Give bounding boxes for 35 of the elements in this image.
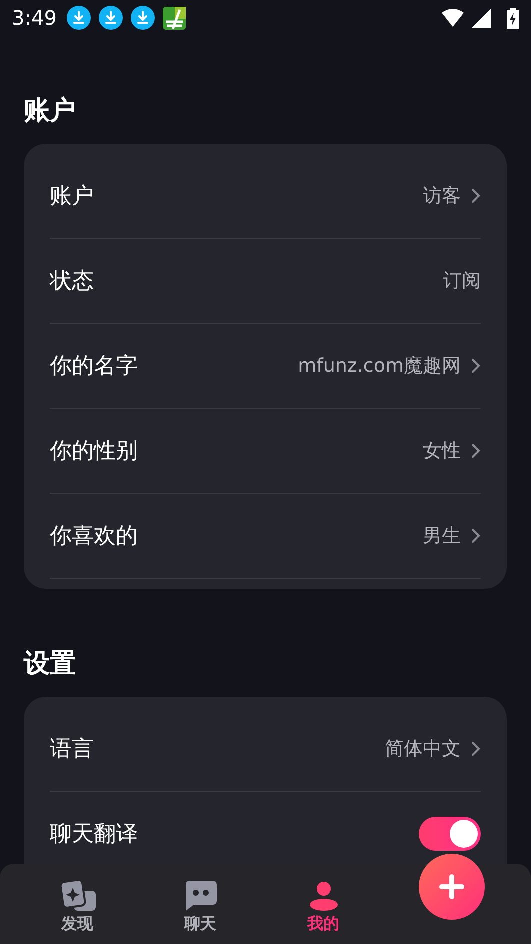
chevron-right-icon[interactable]: [471, 528, 481, 544]
download-icon: [98, 6, 123, 30]
chevron-right-icon[interactable]: [471, 358, 481, 374]
section-title: 设置: [24, 648, 77, 681]
section-title: 账户: [24, 95, 77, 128]
row-value: 男生: [423, 524, 461, 549]
plus-icon: [439, 874, 465, 900]
download-icon: [130, 6, 155, 30]
app-icon: [162, 6, 186, 30]
person-icon: [308, 881, 338, 911]
row-value: 简体中文: [385, 737, 461, 762]
chevron-right-icon[interactable]: [471, 443, 481, 459]
row-value: 订阅: [443, 269, 481, 294]
wifi-icon: [442, 9, 464, 27]
download-icon: [66, 6, 91, 30]
nav-tab[interactable]: 我的: [262, 864, 385, 944]
chevron-right-icon[interactable]: [471, 188, 481, 204]
signal-icon: [472, 8, 491, 28]
row-label: 聊天翻译: [50, 821, 139, 849]
toggle-switch[interactable]: [419, 817, 481, 851]
row-label: 账户: [50, 183, 95, 211]
row-value: 访客: [423, 184, 461, 209]
row-value: mfunz.com魔趣网: [298, 354, 461, 379]
chat-icon: [184, 881, 216, 911]
row-value: 女性: [423, 439, 461, 464]
row-label: 你喜欢的: [50, 523, 139, 551]
status-time: 3:49: [12, 6, 57, 30]
battery-icon: [507, 7, 519, 29]
nav-tab[interactable]: 聊天: [139, 864, 262, 944]
row-label: 你的名字: [50, 353, 139, 381]
row-label: 状态: [50, 268, 95, 296]
row-label: 你的性别: [50, 438, 139, 466]
chevron-right-icon[interactable]: [471, 741, 481, 757]
nav-tab[interactable]: 发现: [16, 864, 139, 944]
row-label: 语言: [50, 736, 95, 764]
